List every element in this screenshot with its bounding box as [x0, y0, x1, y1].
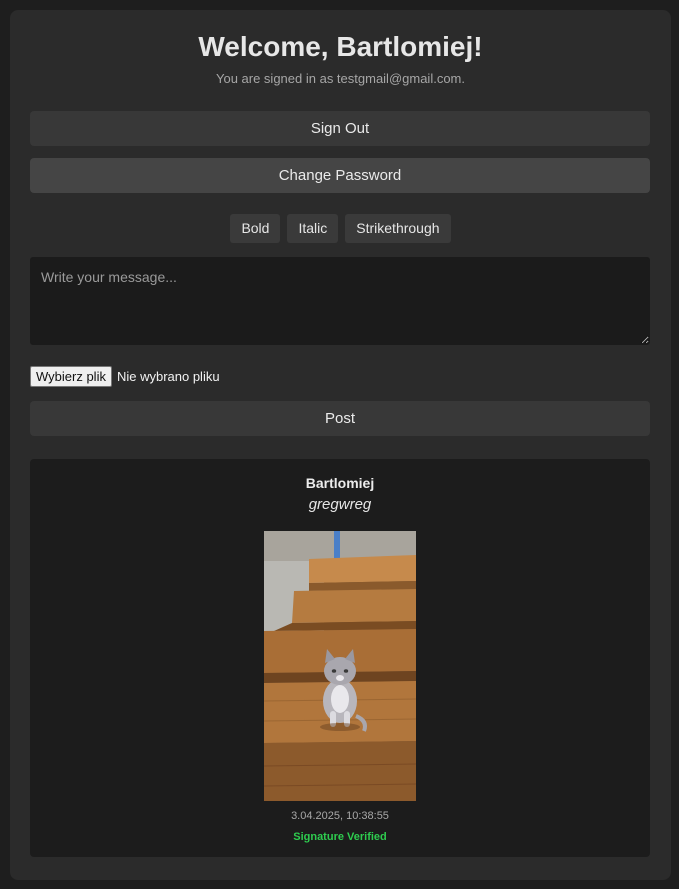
- post-author: Bartlomiej: [305, 475, 375, 491]
- file-status-label: Nie wybrano pliku: [116, 369, 220, 384]
- strikethrough-button[interactable]: Strikethrough: [345, 214, 451, 243]
- dashboard-panel: Welcome, Bartlomiej! You are signed in a…: [10, 10, 671, 880]
- sign-out-button[interactable]: Sign Out: [30, 111, 650, 146]
- italic-button[interactable]: Italic: [287, 214, 339, 243]
- change-password-button[interactable]: Change Password: [30, 158, 650, 193]
- file-picker: Wybierz plik Nie wybrano pliku: [30, 366, 651, 387]
- choose-file-button[interactable]: Wybierz plik: [30, 366, 112, 387]
- format-toolbar: Bold Italic Strikethrough: [30, 214, 651, 243]
- signature-status-badge: Signature Verified: [293, 831, 387, 843]
- post-timestamp: 3.04.2025, 10:38:55: [291, 810, 389, 822]
- post-image: [264, 531, 416, 801]
- bold-button[interactable]: Bold: [230, 214, 281, 243]
- message-input[interactable]: [30, 257, 650, 345]
- post-card: Bartlomiej gregwreg 3.04.2025, 10:38:55 …: [30, 459, 650, 857]
- signed-in-info: You are signed in as testgmail@gmail.com…: [215, 71, 465, 86]
- post-text: gregwreg: [308, 496, 372, 513]
- page-title: Welcome, Bartlomiej!: [198, 31, 483, 62]
- post-button[interactable]: Post: [30, 401, 650, 436]
